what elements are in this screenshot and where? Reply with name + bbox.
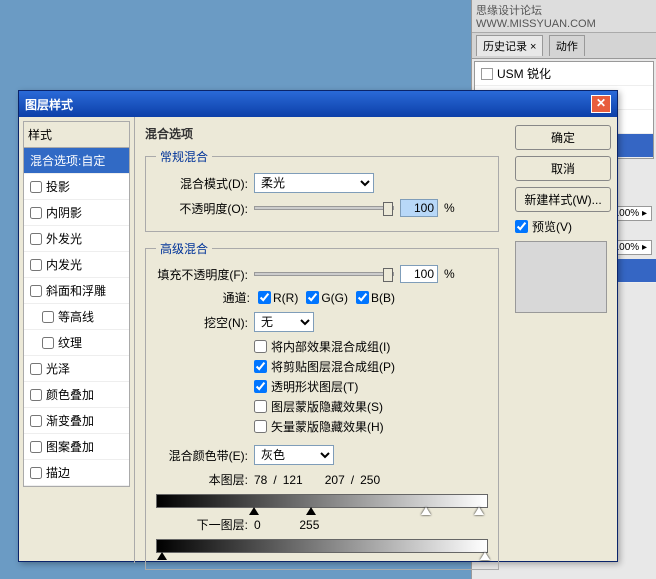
- opacity-label: 不透明度(O):: [156, 200, 248, 217]
- tab-actions[interactable]: 动作: [549, 35, 585, 56]
- dialog-title: 图层样式: [25, 96, 73, 113]
- style-checkbox[interactable]: [30, 181, 42, 193]
- under-layer-label: 下一图层:: [156, 516, 248, 533]
- history-icon: [481, 68, 493, 80]
- preview-label: 预览(V): [532, 218, 572, 235]
- fill-opacity-input[interactable]: [400, 265, 438, 283]
- blendif-select[interactable]: 灰色: [254, 445, 334, 465]
- advanced-blend-group: 高级混合 填充不透明度(F): % 通道: R(R) G(G) B(B) 挖空(…: [145, 240, 499, 570]
- style-item[interactable]: 纹理: [24, 330, 129, 356]
- style-item[interactable]: 图案叠加: [24, 434, 129, 460]
- knockout-select[interactable]: 无: [254, 312, 314, 332]
- advanced-options: 将内部效果混合成组(I) 将剪贴图层混合成组(P) 透明形状图层(T) 图层蒙版隐藏效…: [254, 338, 488, 435]
- fill-opacity-label: 填充不透明度(F):: [156, 266, 248, 283]
- under-layer-slider[interactable]: [156, 539, 488, 553]
- style-item[interactable]: 投影: [24, 174, 129, 200]
- styles-header: 样式: [23, 121, 130, 147]
- style-item[interactable]: 等高线: [24, 304, 129, 330]
- knockout-label: 挖空(N):: [156, 314, 248, 331]
- adv-option[interactable]: 将内部效果混合成组(I): [254, 338, 488, 355]
- blendif-label: 混合颜色带(E):: [156, 447, 248, 464]
- this-layer-label: 本图层:: [156, 471, 248, 488]
- channel-label: 通道:: [210, 289, 250, 306]
- normal-blend-group: 常规混合 混合模式(D): 柔光 不透明度(O): %: [145, 148, 499, 232]
- style-checkbox[interactable]: [30, 259, 42, 271]
- normal-legend: 常规混合: [156, 148, 212, 165]
- styles-list: 混合选项:自定投影内阴影外发光内发光斜面和浮雕等高线纹理光泽颜色叠加渐变叠加图案…: [23, 147, 130, 487]
- adv-option[interactable]: 矢量蒙版隐藏效果(H): [254, 418, 488, 435]
- style-checkbox[interactable]: [30, 389, 42, 401]
- style-checkbox[interactable]: [42, 311, 54, 323]
- style-item[interactable]: 描边: [24, 460, 129, 486]
- this-layer-slider[interactable]: [156, 494, 488, 508]
- style-item[interactable]: 内阴影: [24, 200, 129, 226]
- style-checkbox[interactable]: [30, 285, 42, 297]
- buttons-column: 确定 取消 新建样式(W)... 预览(V): [509, 117, 617, 563]
- adv-option[interactable]: 图层蒙版隐藏效果(S): [254, 398, 488, 415]
- cancel-button[interactable]: 取消: [515, 156, 611, 181]
- style-item[interactable]: 颜色叠加: [24, 382, 129, 408]
- fill-opacity-slider[interactable]: [254, 272, 394, 276]
- dialog-titlebar[interactable]: 图层样式 ✕: [19, 91, 617, 117]
- tab-history[interactable]: 历史记录 ×: [476, 35, 543, 56]
- blend-mode-label: 混合模式(D):: [156, 175, 248, 192]
- adv-option[interactable]: 透明形状图层(T): [254, 378, 488, 395]
- channel-b[interactable]: B(B): [356, 291, 395, 305]
- style-checkbox[interactable]: [30, 467, 42, 479]
- opacity-input[interactable]: [400, 199, 438, 217]
- blend-mode-select[interactable]: 柔光: [254, 173, 374, 193]
- site-name: 思缘设计论坛 WWW.MISSYUAN.COM: [472, 0, 656, 33]
- channel-g[interactable]: G(G): [306, 291, 348, 305]
- advanced-legend: 高级混合: [156, 240, 212, 257]
- options-column: 混合选项 常规混合 混合模式(D): 柔光 不透明度(O): % 高级混合 填充…: [135, 117, 509, 563]
- style-checkbox[interactable]: [30, 207, 42, 219]
- style-item[interactable]: 光泽: [24, 356, 129, 382]
- adv-option[interactable]: 将剪贴图层混合成组(P): [254, 358, 488, 375]
- section-title: 混合选项: [145, 125, 499, 142]
- close-icon[interactable]: ✕: [591, 95, 611, 113]
- style-item[interactable]: 斜面和浮雕: [24, 278, 129, 304]
- history-item[interactable]: USM 锐化: [475, 62, 653, 86]
- channel-r[interactable]: R(R): [258, 291, 298, 305]
- panel-tabs: 历史记录 × 动作: [472, 33, 656, 59]
- style-checkbox[interactable]: [30, 233, 42, 245]
- new-style-button[interactable]: 新建样式(W)...: [515, 187, 611, 212]
- preview-thumbnail: [515, 241, 607, 313]
- preview-checkbox[interactable]: [515, 220, 528, 233]
- style-checkbox[interactable]: [30, 415, 42, 427]
- style-checkbox[interactable]: [42, 337, 54, 349]
- ok-button[interactable]: 确定: [515, 125, 611, 150]
- opacity-slider[interactable]: [254, 206, 394, 210]
- style-item[interactable]: 外发光: [24, 226, 129, 252]
- style-checkbox[interactable]: [30, 441, 42, 453]
- layer-style-dialog: 图层样式 ✕ 样式 混合选项:自定投影内阴影外发光内发光斜面和浮雕等高线纹理光泽…: [18, 90, 618, 562]
- style-item[interactable]: 混合选项:自定: [24, 148, 129, 174]
- style-checkbox[interactable]: [30, 363, 42, 375]
- style-item[interactable]: 内发光: [24, 252, 129, 278]
- style-item[interactable]: 渐变叠加: [24, 408, 129, 434]
- styles-column: 样式 混合选项:自定投影内阴影外发光内发光斜面和浮雕等高线纹理光泽颜色叠加渐变叠…: [19, 117, 135, 563]
